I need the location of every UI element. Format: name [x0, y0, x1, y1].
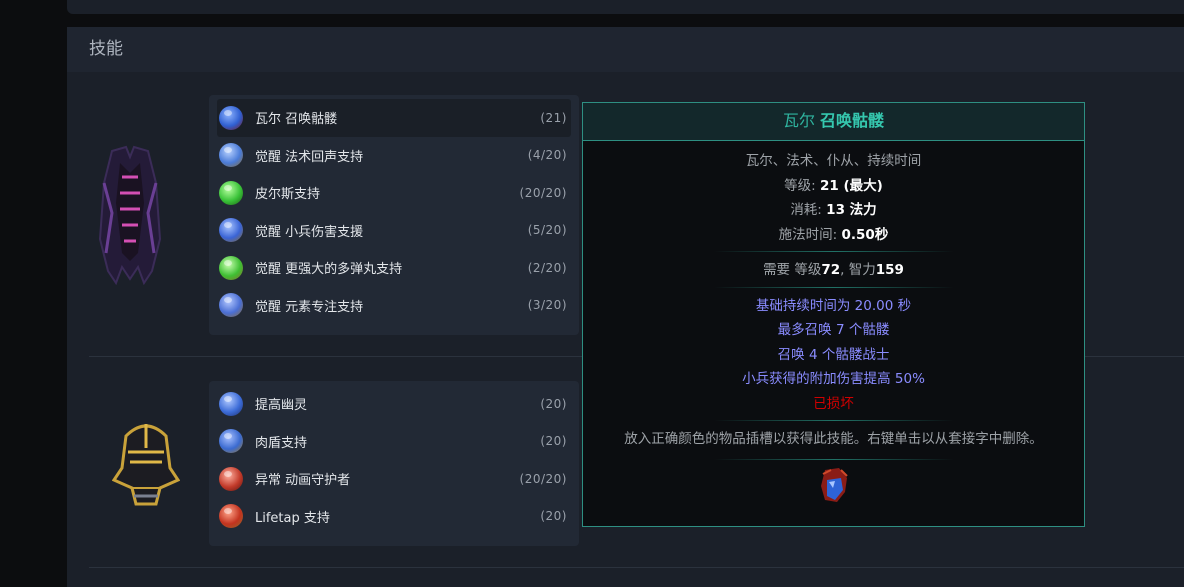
pierce-gem-icon	[219, 180, 243, 205]
gem-level: (5/20)	[527, 223, 567, 238]
gem-row-vaal-summon-skeletons[interactable]: 瓦尔 召唤骷髅 (21)	[217, 99, 571, 137]
tooltip-corrupted: 已损坏	[813, 395, 854, 412]
cast-label: 施法时间:	[778, 226, 838, 243]
meat-shield-gem-icon	[219, 429, 243, 454]
group-divider	[89, 567, 1184, 568]
level-value: 21 (最大)	[820, 177, 883, 194]
gem-level: (20/20)	[519, 185, 567, 200]
tooltip-tags: 瓦尔、法术、仆从、持续时间	[745, 153, 922, 169]
gem-level: (20)	[540, 509, 567, 524]
tooltip-mod: 最多召唤 7 个骷髅	[777, 322, 890, 338]
gem-name: 皮尔斯支持	[255, 187, 321, 203]
gem-level: (20/20)	[519, 471, 567, 486]
vaal-skeleton-gem-icon	[219, 105, 243, 130]
panel-title: 技能	[67, 27, 1184, 73]
tooltip-separator	[713, 251, 954, 252]
gem-socket-list: 提高幽灵 (20) 肉盾支持 (20) 异常 动画守护者 (20/20) Lif…	[209, 381, 579, 546]
raise-spectre-gem-icon	[219, 391, 243, 416]
tooltip-requirements: 需要 等级72, 智力159	[583, 258, 1084, 283]
cost-value: 13 法力	[826, 202, 877, 218]
top-panel	[67, 0, 1184, 14]
gem-row-lifetap[interactable]: Lifetap 支持 (20)	[217, 498, 571, 536]
tooltip-mod: 基础持续时间为 20.00 秒	[755, 297, 912, 314]
awakened-gmp-gem-icon	[219, 255, 243, 280]
gem-row-awakened-minion-damage[interactable]: 觉醒 小兵伤害支援 (5/20)	[217, 212, 571, 250]
awakened-echo-gem-icon	[219, 143, 243, 168]
gem-socket-list: 瓦尔 召唤骷髅 (21) 觉醒 法术回声支持 (4/20) 皮尔斯支持 (20/…	[209, 95, 579, 335]
tooltip-cost: 消耗: 13 法力	[583, 198, 1084, 223]
vaal-skeleton-gem-icon	[583, 466, 1084, 508]
gem-name: 提高幽灵	[255, 398, 308, 414]
tooltip-mod: 小兵获得的附加伤害提高 50%	[742, 371, 925, 387]
gem-row-meat-shield[interactable]: 肉盾支持 (20)	[217, 423, 571, 461]
gem-level: (21)	[540, 110, 567, 125]
gold-helmet-icon[interactable]	[111, 418, 181, 512]
awakened-elemental-focus-gem-icon	[219, 293, 243, 318]
gem-row-awakened-spell-echo[interactable]: 觉醒 法术回声支持 (4/20)	[217, 137, 571, 175]
gem-row-awakened-elemental-focus[interactable]: 觉醒 元素专注支持 (3/20)	[217, 287, 571, 325]
tooltip-separator	[713, 420, 954, 421]
gem-row-raise-spectre[interactable]: 提高幽灵 (20)	[217, 385, 571, 423]
gem-level: (2/20)	[527, 260, 567, 275]
gem-name: 觉醒 法术回声支持	[255, 149, 364, 165]
tooltip-separator	[713, 459, 954, 460]
cast-value: 0.50秒	[841, 226, 889, 243]
gem-name: 觉醒 更强大的多弹丸支持	[255, 262, 403, 278]
gem-name: Lifetap 支持	[255, 510, 330, 526]
gem-name: 肉盾支持	[255, 435, 308, 451]
tooltip-mod: 召唤 4 个骷髅战士	[777, 346, 890, 363]
tooltip-title-name: 召唤骷髅	[820, 111, 885, 130]
tooltip-title-prefix: 瓦尔	[782, 111, 815, 130]
gem-level: (4/20)	[527, 148, 567, 163]
req-prefix: 需要 等级	[763, 262, 822, 278]
req-int-label: , 智力	[840, 262, 876, 278]
animate-guardian-gem-icon	[219, 466, 243, 491]
req-int: 159	[875, 262, 904, 278]
gem-level: (20)	[540, 434, 567, 449]
req-level: 72	[821, 262, 841, 278]
tooltip-separator	[713, 286, 954, 288]
gem-level: (3/20)	[527, 298, 567, 313]
gem-level: (20)	[540, 396, 567, 411]
tooltip-level: 等级: 21 (最大)	[583, 174, 1084, 199]
gem-row-animate-guardian[interactable]: 异常 动画守护者 (20/20)	[217, 460, 571, 498]
tooltip-header: 瓦尔 召唤骷髅	[583, 103, 1084, 141]
tooltip-cast-time: 施法时间: 0.50秒	[583, 223, 1084, 248]
gem-row-awakened-gmp[interactable]: 觉醒 更强大的多弹丸支持 (2/20)	[217, 249, 571, 287]
gem-name: 觉醒 小兵伤害支援	[255, 224, 364, 240]
dark-chest-armour-icon[interactable]	[98, 143, 162, 289]
gem-tooltip: 瓦尔 召唤骷髅 瓦尔、法术、仆从、持续时间 等级: 21 (最大) 消耗: 13…	[582, 102, 1085, 527]
tooltip-description: 放入正确颜色的物品插槽以获得此技能。右键单击以从套接字中删除。	[624, 431, 1043, 447]
gem-name: 异常 动画守护者	[255, 473, 351, 489]
lifetap-gem-icon	[219, 504, 243, 529]
gem-name: 觉醒 元素专注支持	[255, 299, 364, 315]
cost-label: 消耗:	[790, 202, 822, 218]
gem-name: 瓦尔 召唤骷髅	[255, 112, 338, 128]
awakened-minion-damage-gem-icon	[219, 218, 243, 243]
level-label: 等级:	[784, 177, 816, 194]
gem-row-pierce[interactable]: 皮尔斯支持 (20/20)	[217, 174, 571, 212]
